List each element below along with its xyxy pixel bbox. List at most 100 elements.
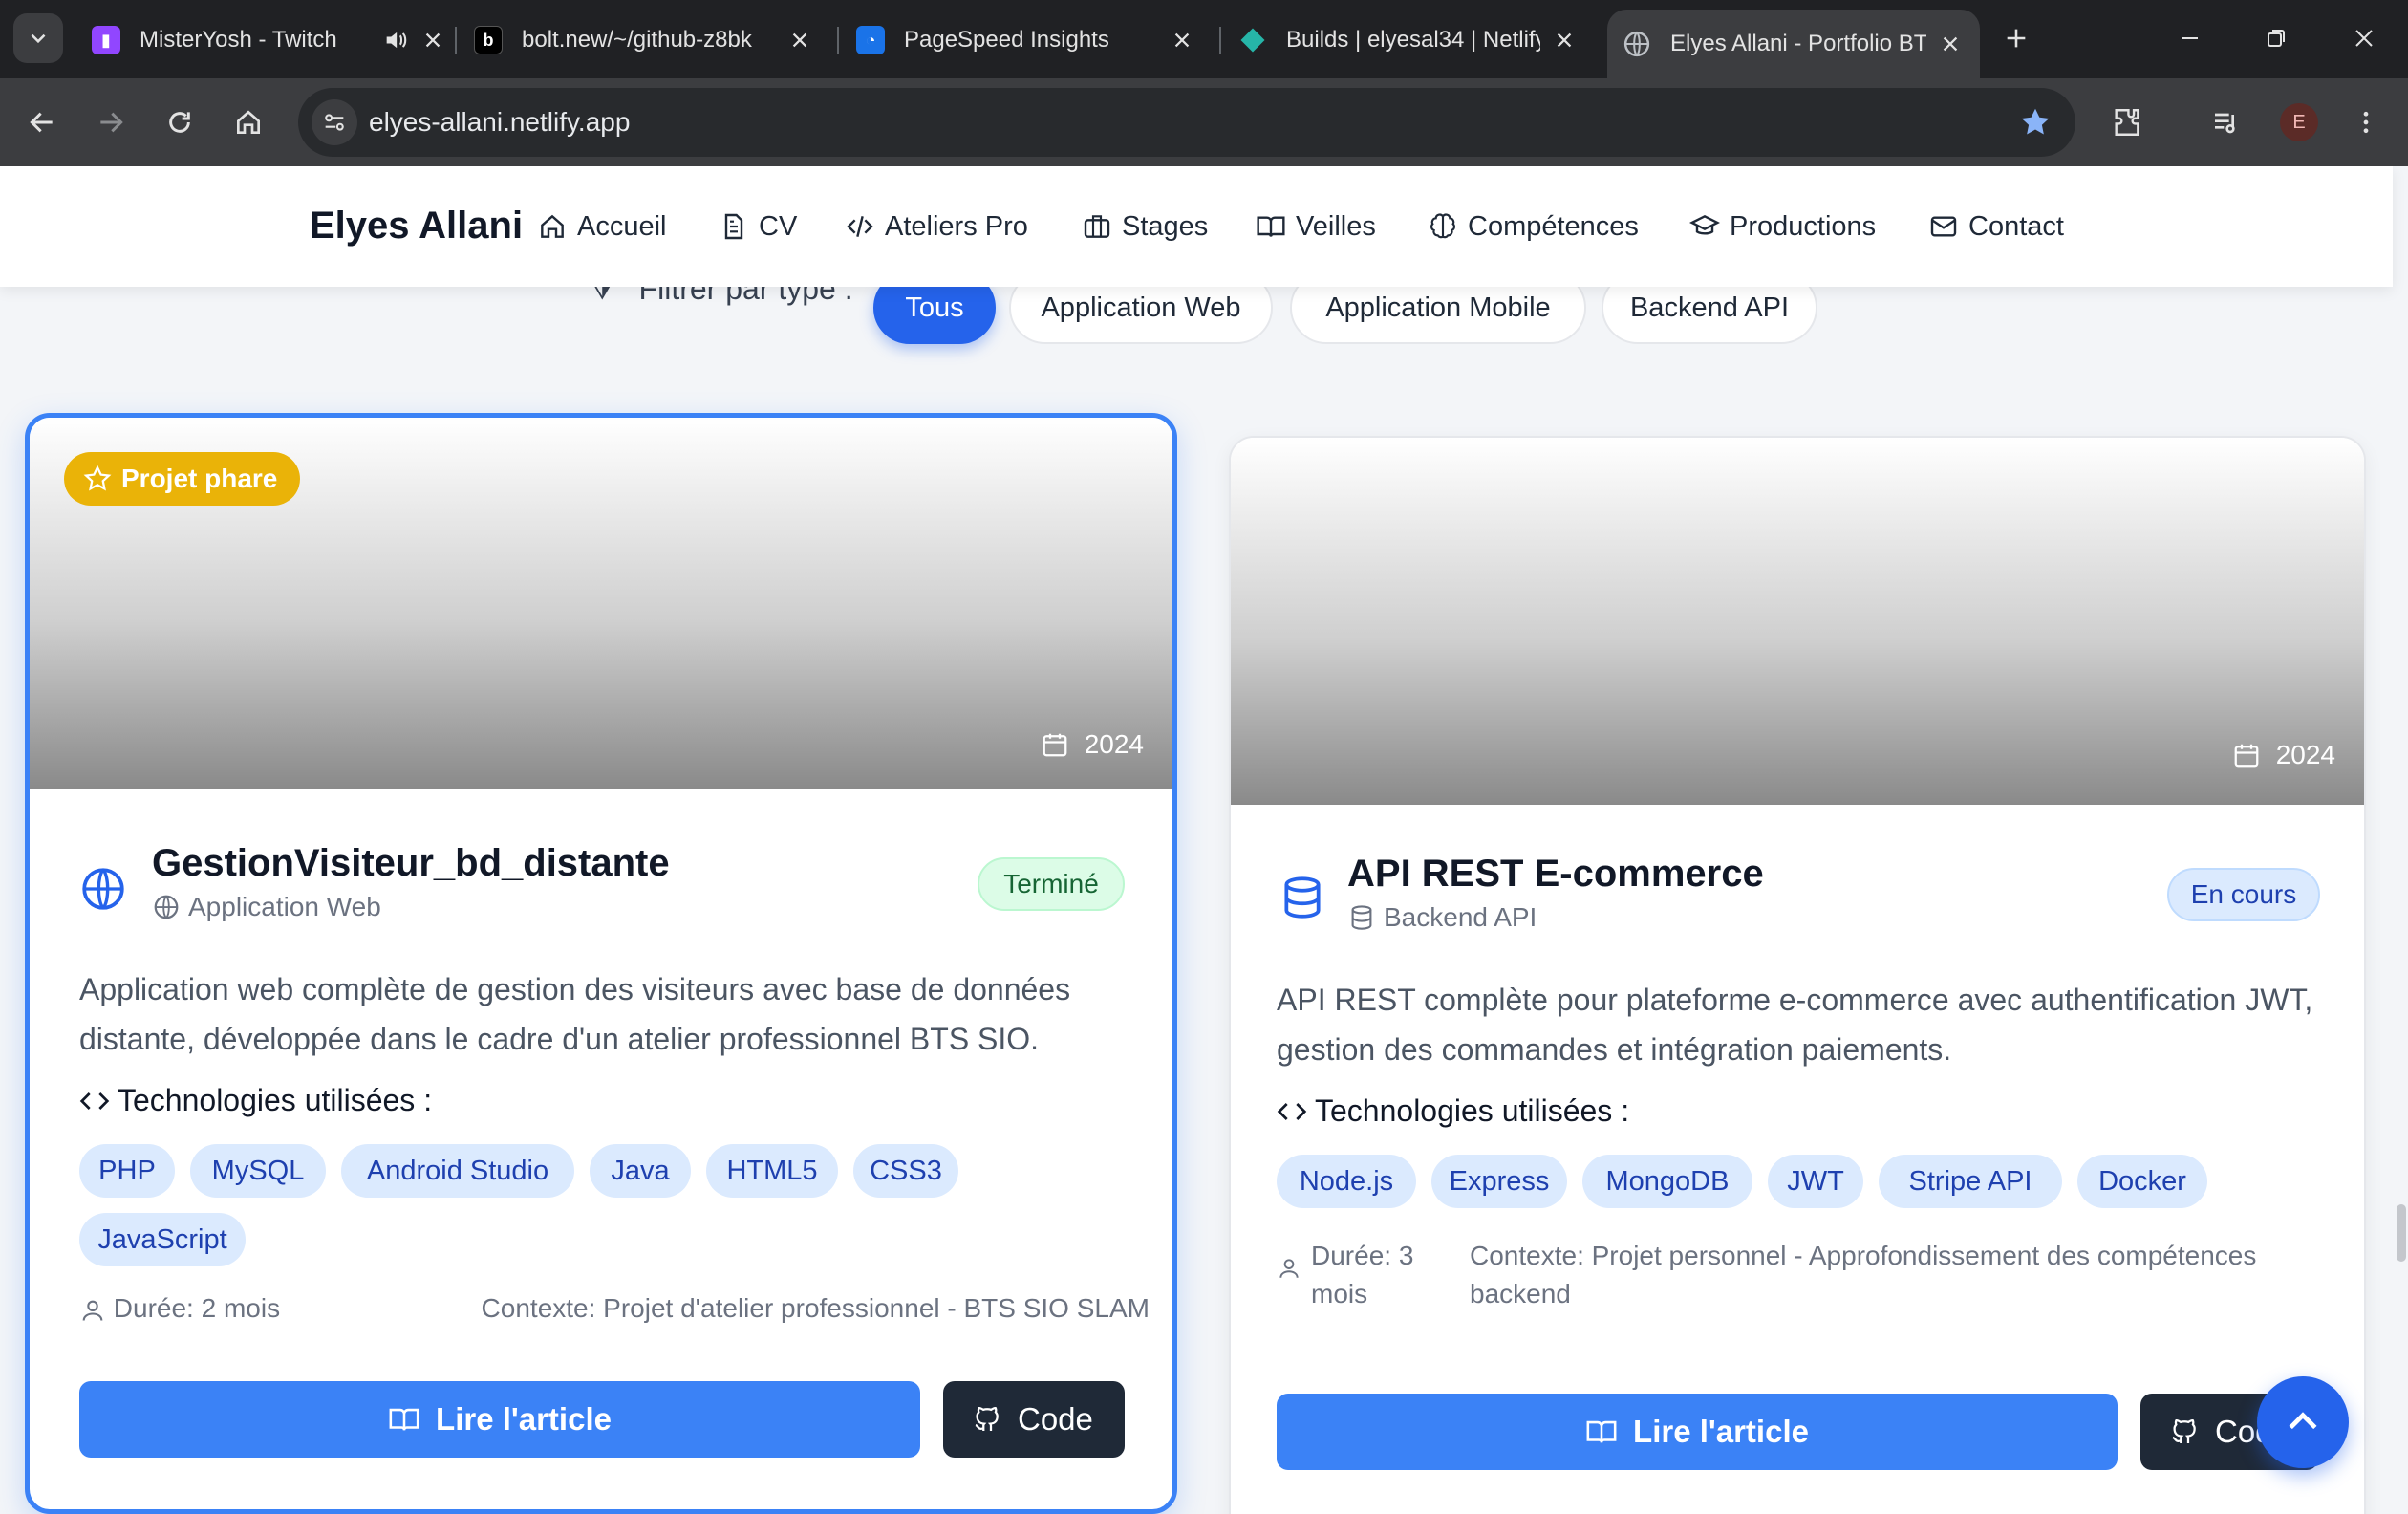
tab-title: Builds | elyesal34 | Netlify [1286, 27, 1540, 53]
browser-tab-portfolio[interactable]: Elyes Allani - Portfolio BTS [1607, 10, 1980, 78]
minimize-button[interactable] [2171, 19, 2209, 57]
tech-tag: Stripe API [1879, 1155, 2062, 1208]
graduation-cap-icon [1689, 214, 1720, 235]
project-card-api-rest: 2024 API REST E-commerce Backend API En … [1229, 436, 2366, 1514]
nav-item-contact[interactable]: Contact [1915, 195, 2077, 258]
context-text: backend [1470, 1279, 1571, 1309]
tab-separator [1219, 27, 1221, 54]
more-menu-icon[interactable] [2343, 99, 2389, 145]
nav-label: Compétences [1468, 210, 1639, 242]
duration-text: mois [1311, 1279, 1368, 1309]
user-icon [1279, 1259, 1299, 1278]
extensions-icon[interactable] [2104, 99, 2150, 145]
globe-icon [154, 895, 179, 919]
code-button[interactable]: Code [943, 1381, 1125, 1458]
code-icon [79, 1092, 110, 1110]
read-article-button[interactable]: Lire l'article [1277, 1394, 2118, 1470]
nav-item-stages[interactable]: Stages [1068, 195, 1221, 258]
book-open-icon [1586, 1420, 1617, 1443]
url-text[interactable]: elyes-allani.netlify.app [369, 107, 630, 138]
nav-item-ateliers-pro[interactable]: Ateliers Pro [831, 195, 1042, 258]
tab-title: PageSpeed Insights [904, 27, 1109, 53]
brain-icon [1430, 213, 1455, 239]
nav-item-competences[interactable]: Compétences [1414, 195, 1652, 258]
new-tab-button[interactable] [1999, 21, 2033, 55]
close-window-button[interactable] [2345, 19, 2383, 57]
nav-label: Veilles [1296, 210, 1376, 242]
address-bar[interactable]: elyes-allani.netlify.app [298, 88, 2075, 157]
scroll-to-top-button[interactable] [2257, 1376, 2349, 1468]
tab-close-icon[interactable] [1168, 26, 1196, 54]
read-article-label: Lire l'article [436, 1401, 612, 1437]
nav-label: Contact [1968, 210, 2064, 242]
project-type-text: Backend API [1384, 902, 1537, 932]
github-icon [2172, 1418, 2196, 1443]
user-icon [82, 1300, 103, 1321]
tech-tag: HTML5 [706, 1144, 838, 1198]
read-article-label: Lire l'article [1633, 1414, 1809, 1449]
restore-button[interactable] [2257, 19, 2295, 57]
tech-heading: Technologies utilisées : [1277, 1093, 1629, 1129]
site-settings-icon[interactable] [312, 99, 357, 145]
code-label: Code [1018, 1401, 1093, 1437]
database-icon [1284, 876, 1321, 919]
bolt-icon: b [474, 26, 503, 54]
project-description: API REST complète pour plateforme e-comm… [1277, 983, 2313, 1067]
tab-close-icon[interactable] [419, 26, 447, 54]
nav-item-cv[interactable]: CV [705, 195, 810, 258]
status-badge: Terminé [978, 857, 1125, 911]
browser-tab-netlify[interactable]: Builds | elyesal34 | Netlify [1238, 13, 1579, 67]
browser-tab-bolt[interactable]: b bolt.new/~/github-z8bk [474, 13, 814, 67]
nav-label: Accueil [577, 210, 667, 242]
featured-badge: Projet phare [64, 452, 301, 506]
pagespeed-icon: ◔ [856, 26, 885, 54]
nav-item-productions[interactable]: Productions [1676, 195, 1889, 258]
tab-close-icon[interactable] [785, 26, 814, 54]
bookmark-star-icon[interactable] [2018, 105, 2053, 140]
browser-tab-twitch[interactable]: ▮ MisterYosh - Twitch [92, 13, 447, 67]
tab-separator [837, 27, 839, 54]
project-title: GestionVisiteur_bd_distante [152, 842, 670, 884]
forward-button[interactable] [88, 99, 134, 145]
nav-label: CV [759, 210, 798, 242]
briefcase-icon [1084, 215, 1110, 238]
project-year-text: 2024 [1084, 729, 1144, 759]
tab-search-button[interactable] [13, 13, 63, 63]
tab-title: MisterYosh - Twitch [140, 27, 337, 53]
star-icon [83, 465, 112, 491]
tech-tag: MySQL [190, 1144, 326, 1198]
media-control-icon[interactable] [2204, 99, 2249, 145]
calendar-icon [1043, 733, 1067, 757]
code-icon [847, 216, 873, 237]
nav-item-accueil[interactable]: Accueil [524, 195, 680, 258]
featured-badge-label: Projet phare [121, 464, 278, 493]
read-article-button[interactable]: Lire l'article [79, 1381, 920, 1458]
nav-label: Productions [1730, 210, 1877, 242]
tech-tag: JWT [1768, 1155, 1863, 1208]
book-icon [1257, 216, 1285, 237]
site-brand[interactable]: Elyes Allani [310, 205, 523, 248]
profile-avatar[interactable]: E [2280, 103, 2318, 141]
tech-heading: Technologies utilisées : [79, 1083, 432, 1118]
nav-item-veilles[interactable]: Veilles [1242, 195, 1389, 258]
nav-label: Stages [1122, 210, 1209, 242]
chevron-up-icon [2289, 1412, 2317, 1430]
speaker-icon[interactable] [382, 27, 409, 54]
browser-tab-pagespeed[interactable]: ◔ PageSpeed Insights [856, 13, 1196, 67]
database-icon [1351, 905, 1372, 930]
back-button[interactable] [19, 99, 65, 145]
tech-tag: Node.js [1277, 1155, 1416, 1208]
twitch-icon: ▮ [92, 26, 120, 54]
project-context: Contexte: Projet d'atelier professionnel… [481, 1293, 1150, 1323]
scrollbar-thumb[interactable] [2397, 1204, 2406, 1262]
home-icon [541, 214, 564, 238]
tech-tag: CSS3 [853, 1144, 958, 1198]
tab-close-icon[interactable] [1936, 30, 1965, 58]
tab-close-icon[interactable] [1550, 26, 1579, 54]
project-year: 2024 [2232, 740, 2335, 770]
home-button[interactable] [226, 99, 271, 145]
mail-icon [1930, 216, 1957, 237]
duration-text: Durée: 2 mois [113, 1293, 281, 1323]
reload-button[interactable] [157, 99, 203, 145]
tab-title: Elyes Allani - Portfolio BTS [1670, 31, 1926, 56]
